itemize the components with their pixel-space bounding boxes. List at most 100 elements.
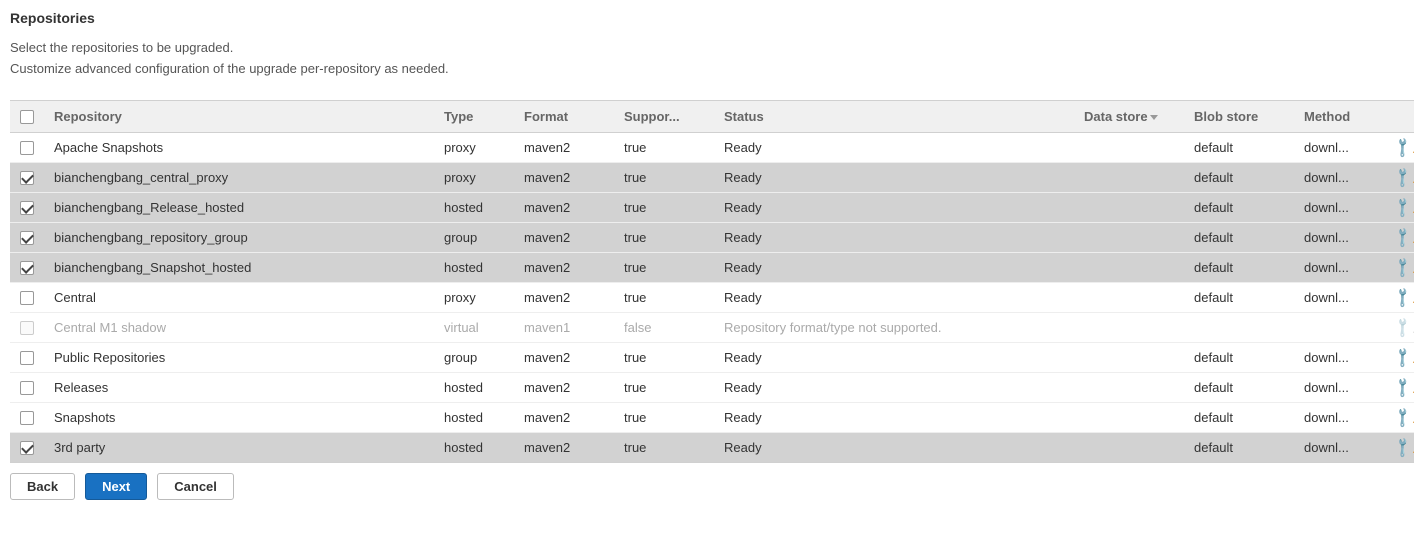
cell-status: Ready [714,253,1074,283]
header-status[interactable]: Status [714,100,1074,133]
cell-datastore [1074,373,1184,403]
cell-supported: true [614,223,714,253]
cell-blobstore: default [1184,253,1294,283]
cell-format: maven2 [514,223,614,253]
cell-method: downl... [1294,253,1384,283]
cell-type: group [434,343,514,373]
header-repository[interactable]: Repository [44,100,434,133]
table-row[interactable]: Centralproxymaven2trueReady defaultdownl.… [10,283,1414,313]
cell-status: Ready [714,283,1074,313]
description-line-2: Customize advanced configuration of the … [10,59,1414,80]
row-checkbox[interactable] [20,381,34,395]
row-checkbox [20,321,34,335]
cell-checkbox [10,343,44,373]
cell-checkbox [10,283,44,313]
cell-datastore [1074,433,1184,463]
cell-status: Repository format/type not supported. [714,313,1074,343]
cell-type: proxy [434,163,514,193]
table-row[interactable]: Apache Snapshotsproxymaven2trueReadydefa… [10,133,1414,163]
wrench-icon[interactable]: 🔧 [1391,405,1414,429]
wrench-icon[interactable]: 🔧 [1391,255,1414,279]
header-datastore[interactable]: Data store [1074,100,1184,133]
cell-method: downl... [1294,343,1384,373]
cell-datastore [1074,133,1184,163]
cell-repository: bianchengbang_central_proxy [44,163,434,193]
cell-actions: 🔧 [1384,163,1414,193]
cell-method [1294,313,1384,343]
cell-checkbox [10,223,44,253]
cell-datastore [1074,283,1184,313]
table-row[interactable]: 3rd partyhostedmaven2trueReadydefaultdow… [10,433,1414,463]
cell-method: downl... [1294,283,1384,313]
header-supported[interactable]: Suppor... [614,100,714,133]
cell-actions: 🔧 [1384,283,1414,313]
row-checkbox[interactable] [20,441,34,455]
cell-status: Ready [714,403,1074,433]
cell-type: group [434,223,514,253]
header-checkbox-cell [10,100,44,133]
back-button[interactable]: Back [10,473,75,500]
cancel-button[interactable]: Cancel [157,473,234,500]
row-checkbox[interactable] [20,201,34,215]
wrench-icon[interactable]: 🔧 [1391,165,1414,189]
cell-format: maven2 [514,253,614,283]
table-row[interactable]: bianchengbang_central_proxyproxymaven2tr… [10,163,1414,193]
row-checkbox[interactable] [20,261,34,275]
wrench-icon[interactable]: 🔧 [1391,435,1414,459]
cell-blobstore: default [1184,163,1294,193]
cell-blobstore: default [1184,223,1294,253]
row-checkbox[interactable] [20,141,34,155]
table-row[interactable]: Snapshotshostedmaven2trueReadydefaultdow… [10,403,1414,433]
cell-type: hosted [434,433,514,463]
cell-supported: true [614,283,714,313]
cell-actions: 🔧 [1384,343,1414,373]
row-checkbox[interactable] [20,411,34,425]
select-all-checkbox[interactable] [20,110,34,124]
cell-status: Ready [714,373,1074,403]
header-format[interactable]: Format [514,100,614,133]
wrench-icon[interactable]: 🔧 [1391,345,1414,369]
cell-supported: true [614,433,714,463]
row-checkbox[interactable] [20,231,34,245]
cell-format: maven2 [514,343,614,373]
cell-repository: Central [44,283,434,313]
table-row[interactable]: Public Repositoriesgroupmaven2trueReadyd… [10,343,1414,373]
cell-actions: 🔧 [1384,193,1414,223]
table-row[interactable]: Central M1 shadowvirtualmaven1falseRepos… [10,313,1414,343]
table-row[interactable]: bianchengbang_Snapshot_hostedhostedmaven… [10,253,1414,283]
cell-blobstore: default [1184,343,1294,373]
row-checkbox[interactable] [20,351,34,365]
cell-datastore [1074,193,1184,223]
description-line-1: Select the repositories to be upgraded. [10,38,1414,59]
row-checkbox[interactable] [20,171,34,185]
cell-type: proxy [434,283,514,313]
cell-status: Ready [714,193,1074,223]
row-checkbox[interactable] [20,291,34,305]
wrench-icon[interactable]: 🔧 [1391,195,1414,219]
wrench-icon[interactable]: 🔧 [1391,285,1414,309]
cell-repository: bianchengbang_repository_group [44,223,434,253]
header-actions [1384,100,1414,133]
cell-checkbox [10,253,44,283]
table-row[interactable]: bianchengbang_Release_hostedhostedmaven2… [10,193,1414,223]
wrench-icon[interactable]: 🔧 [1391,225,1414,249]
cell-actions: 🔧 [1384,403,1414,433]
header-type[interactable]: Type [434,100,514,133]
table-row[interactable]: bianchengbang_repository_groupgroupmaven… [10,223,1414,253]
cell-type: hosted [434,193,514,223]
cell-status: Ready [714,433,1074,463]
table-row[interactable]: Releaseshostedmaven2trueReadydefaultdown… [10,373,1414,403]
next-button[interactable]: Next [85,473,147,500]
cell-status: Ready [714,163,1074,193]
cell-format: maven2 [514,283,614,313]
page-title: Repositories [10,10,1414,26]
cell-repository: Apache Snapshots [44,133,434,163]
wrench-icon[interactable]: 🔧 [1391,375,1414,399]
header-blobstore[interactable]: Blob store [1184,100,1294,133]
cell-blobstore: default [1184,283,1294,313]
wrench-icon[interactable]: 🔧 [1391,135,1414,159]
header-method[interactable]: Method [1294,100,1384,133]
wizard-footer: Back Next Cancel [10,473,1414,500]
cell-actions: 🔧 [1384,433,1414,463]
cell-supported: true [614,193,714,223]
